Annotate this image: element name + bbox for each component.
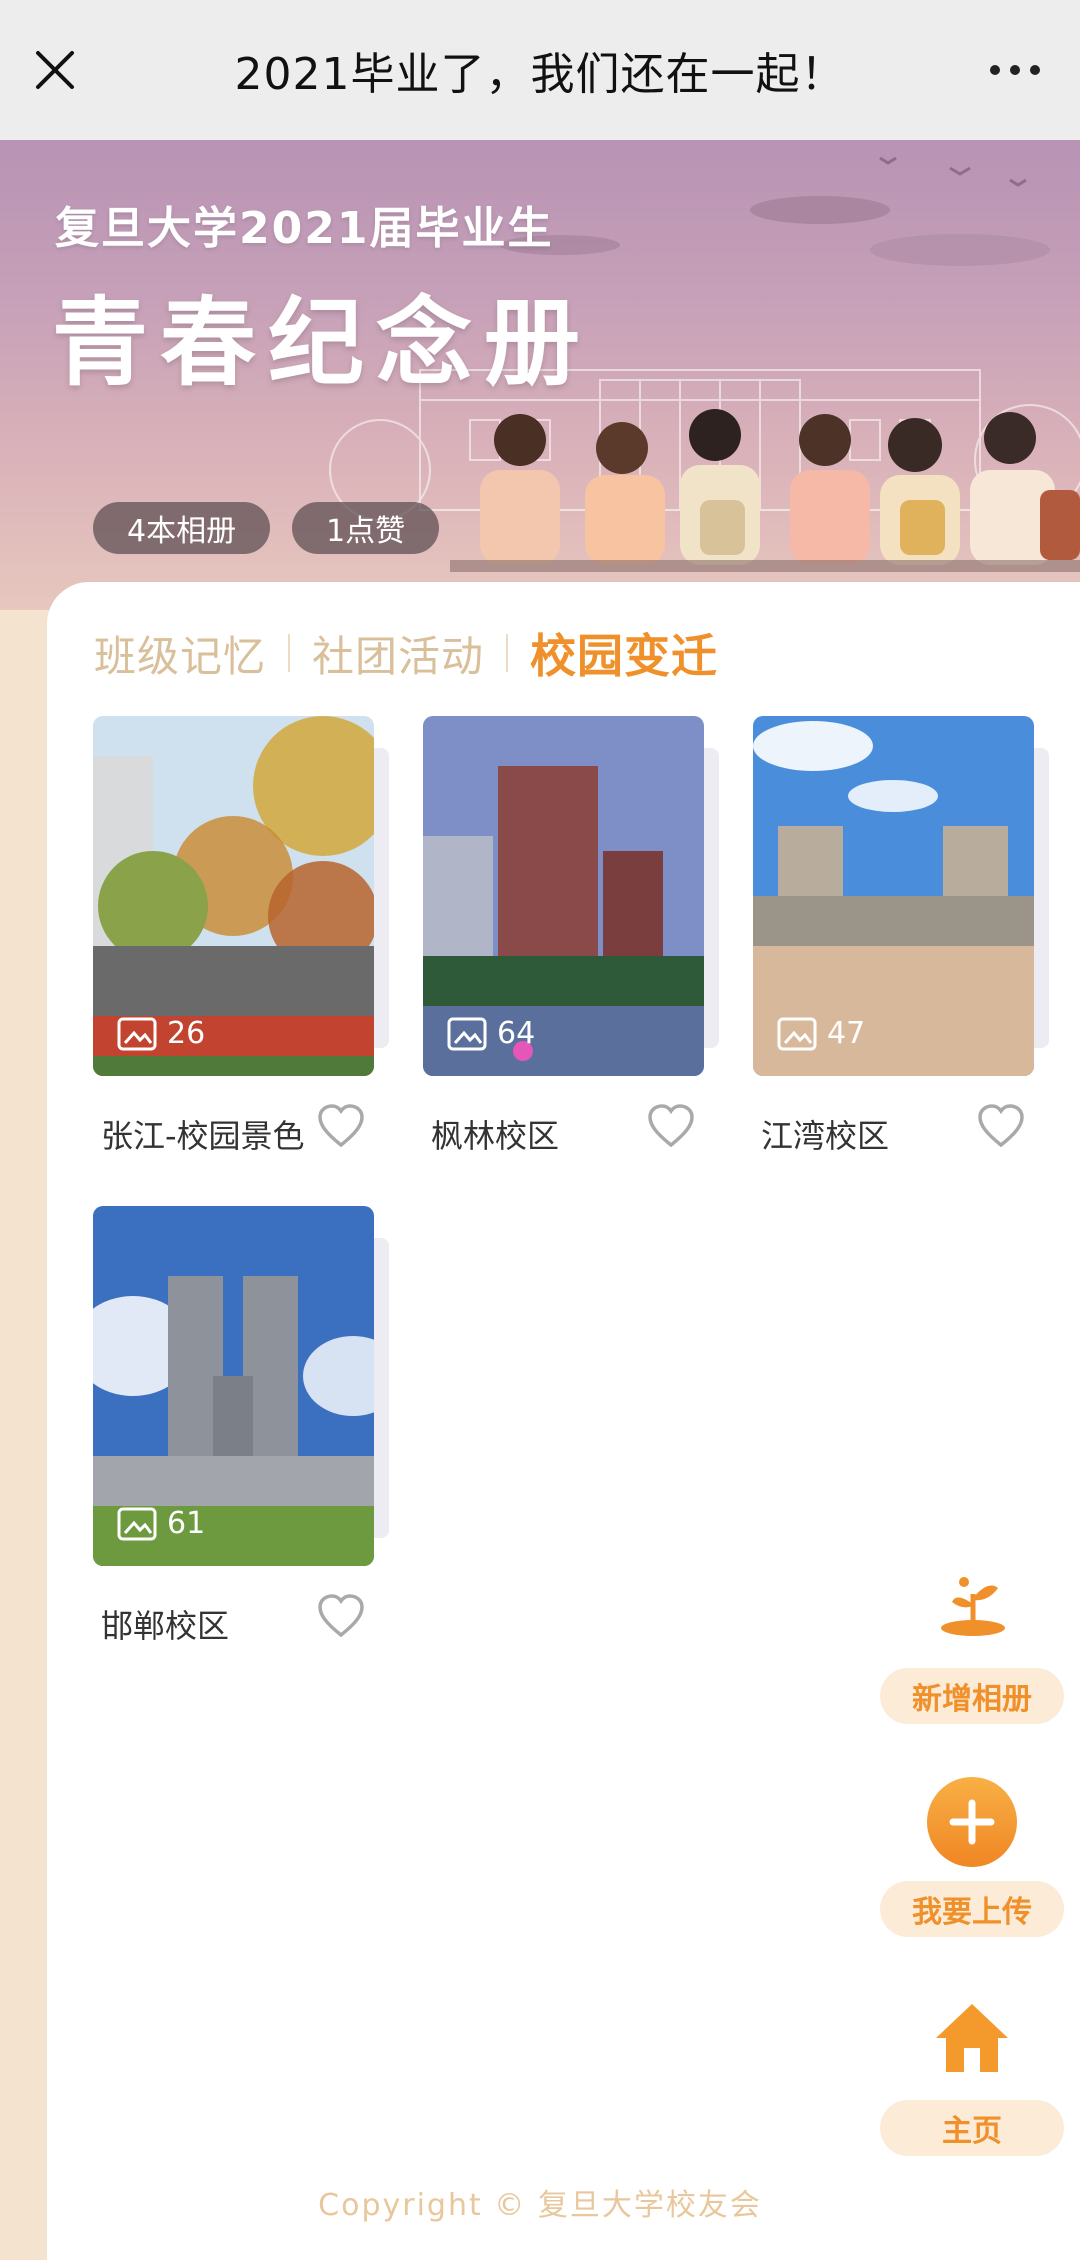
album-name: 张江-校园景色 bbox=[101, 1117, 305, 1155]
photo-count-value: 64 bbox=[497, 1016, 536, 1051]
likes-badge[interactable]: 1点赞 bbox=[292, 502, 440, 554]
album-count-badge: 4本相册 bbox=[93, 502, 271, 554]
photo-count-value: 47 bbox=[827, 1016, 866, 1051]
album-name: 邯郸校区 bbox=[101, 1607, 230, 1645]
home-button[interactable]: 主页 bbox=[880, 2000, 1064, 2160]
close-icon[interactable] bbox=[30, 45, 80, 95]
photo-count-value: 26 bbox=[167, 1016, 206, 1051]
home-label: 主页 bbox=[880, 2100, 1064, 2156]
upload-button[interactable]: 我要上传 bbox=[880, 1775, 1064, 1945]
tab-divider bbox=[506, 634, 509, 672]
album-card[interactable]: 64 枫林校区 bbox=[423, 716, 723, 1156]
album-card[interactable]: 26 张江-校园景色 bbox=[93, 716, 393, 1156]
image-icon bbox=[447, 1017, 487, 1050]
photo-count: 61 bbox=[117, 1506, 205, 1541]
upload-label: 我要上传 bbox=[880, 1881, 1064, 1937]
sprout-icon bbox=[941, 1577, 1005, 1636]
banner-main-title: 青春纪念册 bbox=[52, 286, 592, 399]
heart-icon[interactable] bbox=[976, 1101, 1026, 1151]
photo-count: 26 bbox=[117, 1016, 205, 1051]
copyright-text: Copyright © 复旦大学校友会 bbox=[318, 2188, 762, 2223]
album-name: 江湾校区 bbox=[761, 1117, 890, 1155]
photo-count-value: 61 bbox=[167, 1506, 206, 1541]
heart-icon[interactable] bbox=[316, 1591, 366, 1641]
top-bar: 2021毕业了，我们还在一起！ bbox=[0, 0, 1080, 140]
image-icon bbox=[777, 1017, 817, 1050]
album-card[interactable]: 61 邯郸校区 bbox=[93, 1206, 393, 1646]
heart-icon[interactable] bbox=[316, 1101, 366, 1151]
image-icon bbox=[117, 1507, 157, 1540]
image-icon bbox=[117, 1017, 157, 1050]
photo-count: 47 bbox=[777, 1016, 865, 1051]
tab-club-activities[interactable]: 社团活动 bbox=[312, 623, 484, 684]
home-icon bbox=[936, 2004, 1008, 2072]
hero-banner: 复旦大学2021届毕业生 青春纪念册 4本相册 1点赞 bbox=[0, 140, 1080, 610]
photo-count: 64 bbox=[447, 1016, 535, 1051]
new-album-button[interactable]: 新增相册 bbox=[880, 1570, 1064, 1730]
tab-divider bbox=[288, 634, 291, 672]
album-card[interactable]: 47 江湾校区 bbox=[753, 716, 1053, 1156]
new-album-label: 新增相册 bbox=[880, 1668, 1064, 1724]
heart-icon[interactable] bbox=[646, 1101, 696, 1151]
more-icon[interactable] bbox=[980, 52, 1050, 88]
album-name: 枫林校区 bbox=[431, 1117, 560, 1155]
tab-campus-changes[interactable]: 校园变迁 bbox=[530, 620, 718, 686]
category-tabs: 班级记忆 社团活动 校园变迁 bbox=[94, 620, 718, 686]
page-title: 2021毕业了，我们还在一起！ bbox=[234, 49, 846, 100]
tab-class-memories[interactable]: 班级记忆 bbox=[94, 623, 266, 684]
plus-icon bbox=[927, 1777, 1017, 1867]
banner-stats: 4本相册 1点赞 bbox=[93, 502, 440, 554]
banner-subtitle: 复旦大学2021届毕业生 bbox=[55, 203, 554, 254]
